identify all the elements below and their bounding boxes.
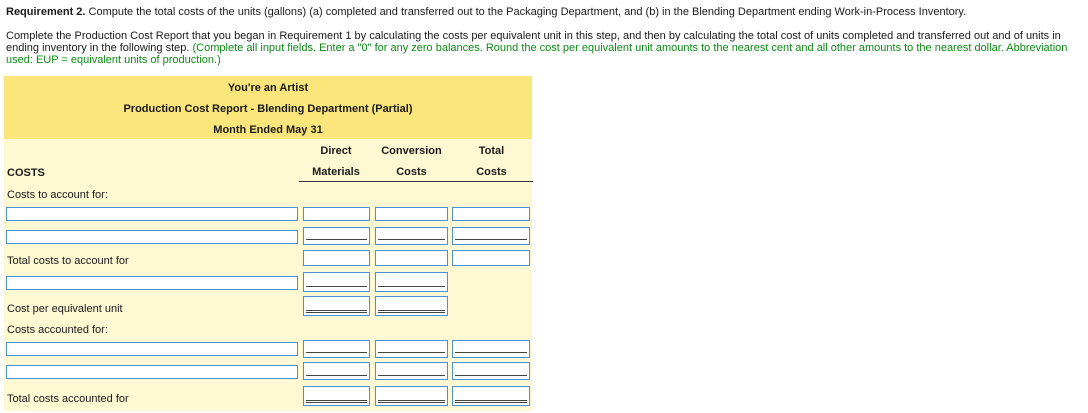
total-costs-dm-input[interactable] bbox=[303, 250, 370, 266]
accounted-line1-label-input[interactable] bbox=[6, 342, 298, 356]
underline bbox=[306, 352, 367, 353]
cost-per-eu-dm-input[interactable] bbox=[303, 296, 370, 316]
accounted-line2-total-input[interactable] bbox=[452, 362, 530, 380]
accounted-line1-dm-input[interactable] bbox=[303, 340, 370, 358]
requirement-text: Requirement 2. Compute the total costs o… bbox=[6, 6, 1082, 19]
double-underline bbox=[455, 400, 527, 403]
double-underline bbox=[306, 310, 367, 313]
header-rule bbox=[299, 181, 533, 182]
requirement-body: Compute the total costs of the units (ga… bbox=[88, 6, 967, 18]
costs-line2-total-input[interactable] bbox=[452, 227, 530, 245]
total-costs-accounted-label: Total costs accounted for bbox=[7, 393, 129, 405]
underline bbox=[306, 286, 367, 287]
costs-line1-dm-input[interactable] bbox=[303, 207, 370, 221]
cost-per-eu-cc-input[interactable] bbox=[375, 296, 448, 316]
report-period: Month Ended May 31 bbox=[213, 124, 323, 136]
instructions: Complete the Production Cost Report that… bbox=[6, 30, 1082, 66]
total-costs-cc-input[interactable] bbox=[375, 250, 448, 266]
underline bbox=[378, 239, 445, 240]
total-accounted-dm-input[interactable] bbox=[303, 386, 370, 406]
total-costs-to-account-label: Total costs to account for bbox=[7, 255, 129, 267]
costs-line2-dm-input[interactable] bbox=[303, 227, 370, 245]
col-total-line1: Total bbox=[478, 145, 505, 157]
total-accounted-cc-input[interactable] bbox=[375, 386, 448, 406]
costs-line2-label-input[interactable] bbox=[6, 230, 298, 244]
underline bbox=[378, 375, 445, 376]
double-underline bbox=[306, 400, 367, 403]
costs-to-account-label: Costs to account for: bbox=[7, 189, 108, 201]
underline bbox=[306, 239, 367, 240]
total-costs-total-input[interactable] bbox=[452, 250, 530, 266]
costs-line2-cc-input[interactable] bbox=[375, 227, 448, 245]
costs-accounted-label: Costs accounted for: bbox=[7, 324, 108, 336]
eup-cc-input[interactable] bbox=[375, 272, 448, 292]
eup-label-input[interactable] bbox=[6, 276, 298, 290]
requirement-heading: Requirement 2. bbox=[6, 6, 86, 18]
col-dm-line1: Direct bbox=[320, 145, 352, 157]
report-title-band: You're an Artist Production Cost Report … bbox=[4, 76, 532, 139]
underline bbox=[378, 286, 445, 287]
col-cc-line2: Costs bbox=[396, 166, 427, 178]
underline bbox=[378, 352, 445, 353]
col-cc-line1: Conversion bbox=[381, 145, 442, 157]
underline bbox=[455, 375, 527, 376]
double-underline bbox=[378, 310, 445, 313]
underline bbox=[455, 352, 527, 353]
cost-per-eu-label: Cost per equivalent unit bbox=[7, 303, 123, 315]
col-total-line2: Costs bbox=[476, 166, 507, 178]
accounted-line2-label-input[interactable] bbox=[6, 365, 298, 379]
costs-line1-label-input[interactable] bbox=[6, 207, 298, 221]
report-title: Production Cost Report - Blending Depart… bbox=[123, 103, 413, 115]
col-dm-line2: Materials bbox=[312, 166, 360, 178]
total-accounted-total-input[interactable] bbox=[452, 386, 530, 406]
costs-line1-cc-input[interactable] bbox=[375, 207, 448, 221]
accounted-line1-cc-input[interactable] bbox=[375, 340, 448, 358]
double-underline bbox=[378, 400, 445, 403]
underline bbox=[306, 375, 367, 376]
accounted-line1-total-input[interactable] bbox=[452, 340, 530, 358]
underline bbox=[455, 239, 527, 240]
accounted-line2-dm-input[interactable] bbox=[303, 362, 370, 380]
company-name: You're an Artist bbox=[227, 82, 309, 94]
accounted-line2-cc-input[interactable] bbox=[375, 362, 448, 380]
costs-line1-total-input[interactable] bbox=[452, 207, 530, 221]
eup-dm-input[interactable] bbox=[303, 272, 370, 292]
section-costs: COSTS bbox=[7, 167, 45, 179]
